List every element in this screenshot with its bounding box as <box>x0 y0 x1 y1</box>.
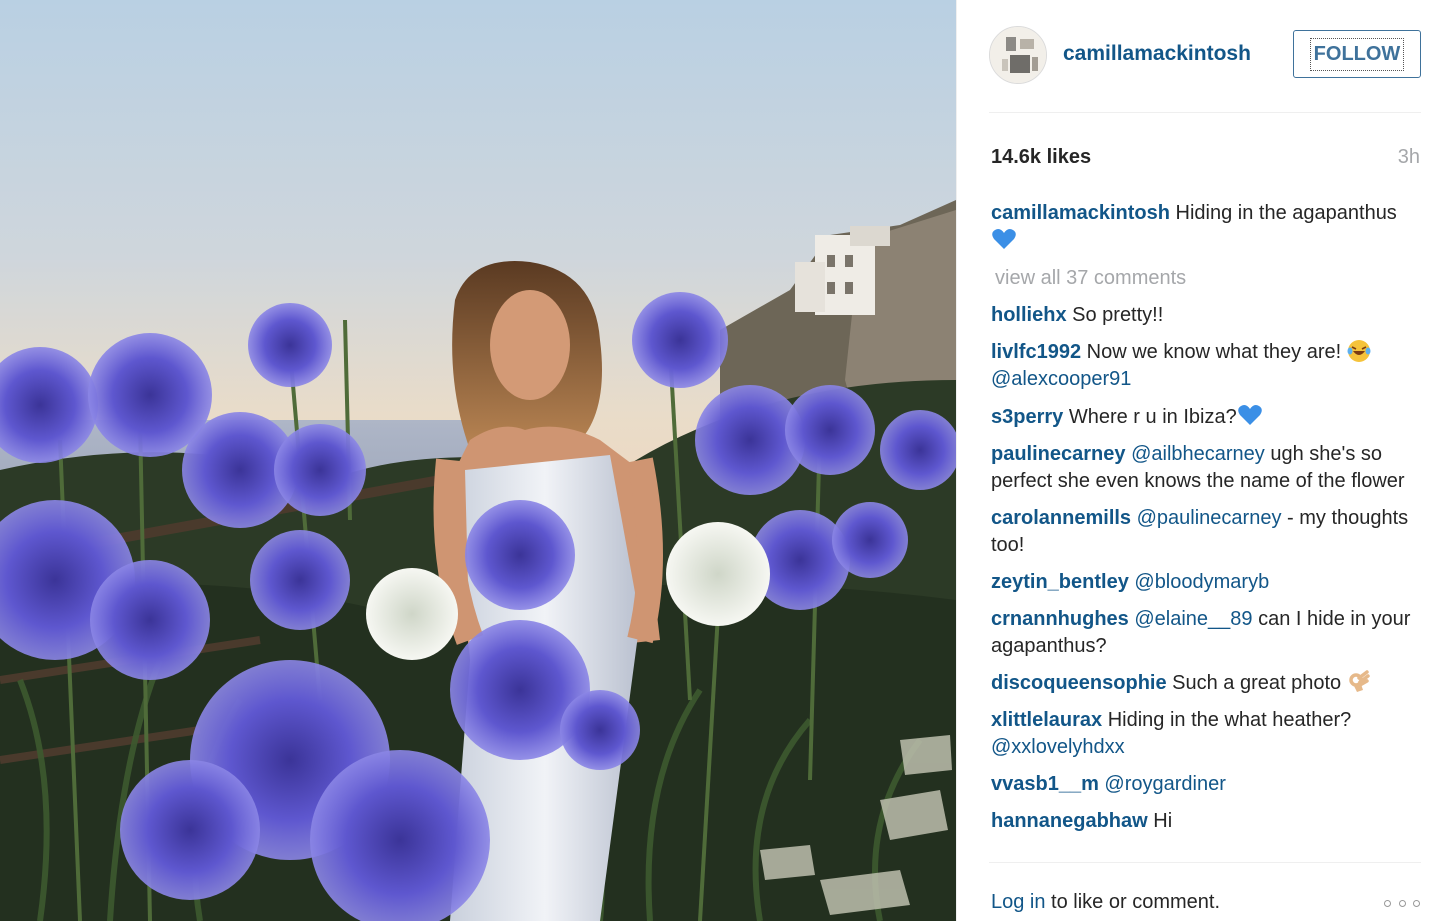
comments-list[interactable]: camillamackintosh Hiding in the agapanth… <box>991 200 1419 852</box>
comment-item: discoqueensophie Such a great photo <box>991 670 1419 697</box>
blue-heart-icon <box>1237 405 1262 425</box>
comment-mention[interactable]: @elaine__89 <box>1129 608 1252 630</box>
login-link[interactable]: Log in <box>991 891 1046 913</box>
comment-item: crnannhughes @elaine__89 can I hide in y… <box>991 606 1419 660</box>
comment-username[interactable]: holliehx <box>991 304 1067 326</box>
comment-mention[interactable]: @xxlovelyhdxx <box>991 736 1125 758</box>
comment-mention[interactable]: @alexcooper91 <box>991 368 1131 390</box>
comment-mention[interactable]: @roygardiner <box>1099 773 1225 795</box>
comment-username[interactable]: carolannemills <box>991 507 1131 529</box>
comment-item: holliehx So pretty!! <box>991 302 1419 329</box>
blue-heart-icon <box>992 229 1016 249</box>
comment-username[interactable]: discoqueensophie <box>991 672 1167 694</box>
comment-text: Such a great photo <box>1166 672 1347 694</box>
footer-text: to like or comment. <box>1045 891 1221 913</box>
post-timestamp[interactable]: 3h <box>1398 146 1420 169</box>
comment-item: vvasb1__m @roygardiner <box>991 771 1419 798</box>
follow-button-label: FOLLOW <box>1309 37 1405 71</box>
comment-username[interactable]: s3perry <box>991 406 1063 428</box>
comment-item: hannanegabhaw Hi <box>991 808 1419 835</box>
comment-mention[interactable]: @ailbhecarney <box>1126 443 1265 465</box>
comment-text: Now we know what they are! <box>1081 341 1347 363</box>
footer-divider <box>989 862 1421 863</box>
comment-item: paulinecarney @ailbhecarney ugh she's so… <box>991 441 1419 495</box>
comment-mention[interactable]: @paulinecarney <box>1131 507 1282 529</box>
comment-text: So pretty!! <box>1066 304 1164 326</box>
comment-text: Hiding in the what heather? <box>1102 709 1352 731</box>
comment-item: carolannemills @paulinecarney - my thoug… <box>991 505 1419 559</box>
comment-item: zeytin_bentley @bloodymaryb <box>991 569 1419 596</box>
view-all-comments-link[interactable]: view all 37 comments <box>995 265 1419 292</box>
post-sidebar: camillamackintosh FOLLOW 14.6k likes 3h … <box>956 0 1440 921</box>
caption: camillamackintosh Hiding in the agapanth… <box>991 200 1419 255</box>
comment-mention[interactable]: @bloodymaryb <box>1129 571 1269 593</box>
post-footer: Log in to like or comment. <box>991 891 1220 914</box>
username-link[interactable]: camillamackintosh <box>1063 42 1251 66</box>
photo-image <box>0 0 956 921</box>
comment-item: livlfc1992 Now we know what they are! @a… <box>991 339 1419 393</box>
avatar[interactable] <box>989 26 1047 84</box>
comment-username[interactable]: paulinecarney <box>991 443 1126 465</box>
comment-username[interactable]: livlfc1992 <box>991 341 1081 363</box>
comment-username[interactable]: xlittlelaurax <box>991 709 1102 731</box>
comment-username[interactable]: hannanegabhaw <box>991 810 1148 832</box>
comment-item: s3perry Where r u in Ibiza? <box>991 403 1419 431</box>
laughing-tears-emoji-icon <box>1347 340 1371 362</box>
comment-username[interactable]: zeytin_bentley <box>991 571 1129 593</box>
post-header: camillamackintosh FOLLOW <box>957 0 1440 112</box>
caption-text: Hiding in the agapanthus <box>1175 202 1397 224</box>
post-photo[interactable] <box>0 0 956 921</box>
follow-button[interactable]: FOLLOW <box>1293 30 1421 78</box>
header-divider <box>989 112 1421 113</box>
comment-username[interactable]: crnannhughes <box>991 608 1129 630</box>
comment-item: xlittlelaurax Hiding in the what heather… <box>991 707 1419 761</box>
ok-hand-emoji-icon <box>1348 670 1370 692</box>
more-options-icon[interactable] <box>1384 898 1420 908</box>
comment-username[interactable]: vvasb1__m <box>991 773 1099 795</box>
likes-count[interactable]: 14.6k likes <box>991 146 1091 169</box>
comment-text: Hi <box>1147 810 1173 832</box>
comment-text: Where r u in Ibiza? <box>1063 406 1237 428</box>
caption-username[interactable]: camillamackintosh <box>991 202 1170 224</box>
avatar-image <box>990 27 1046 83</box>
